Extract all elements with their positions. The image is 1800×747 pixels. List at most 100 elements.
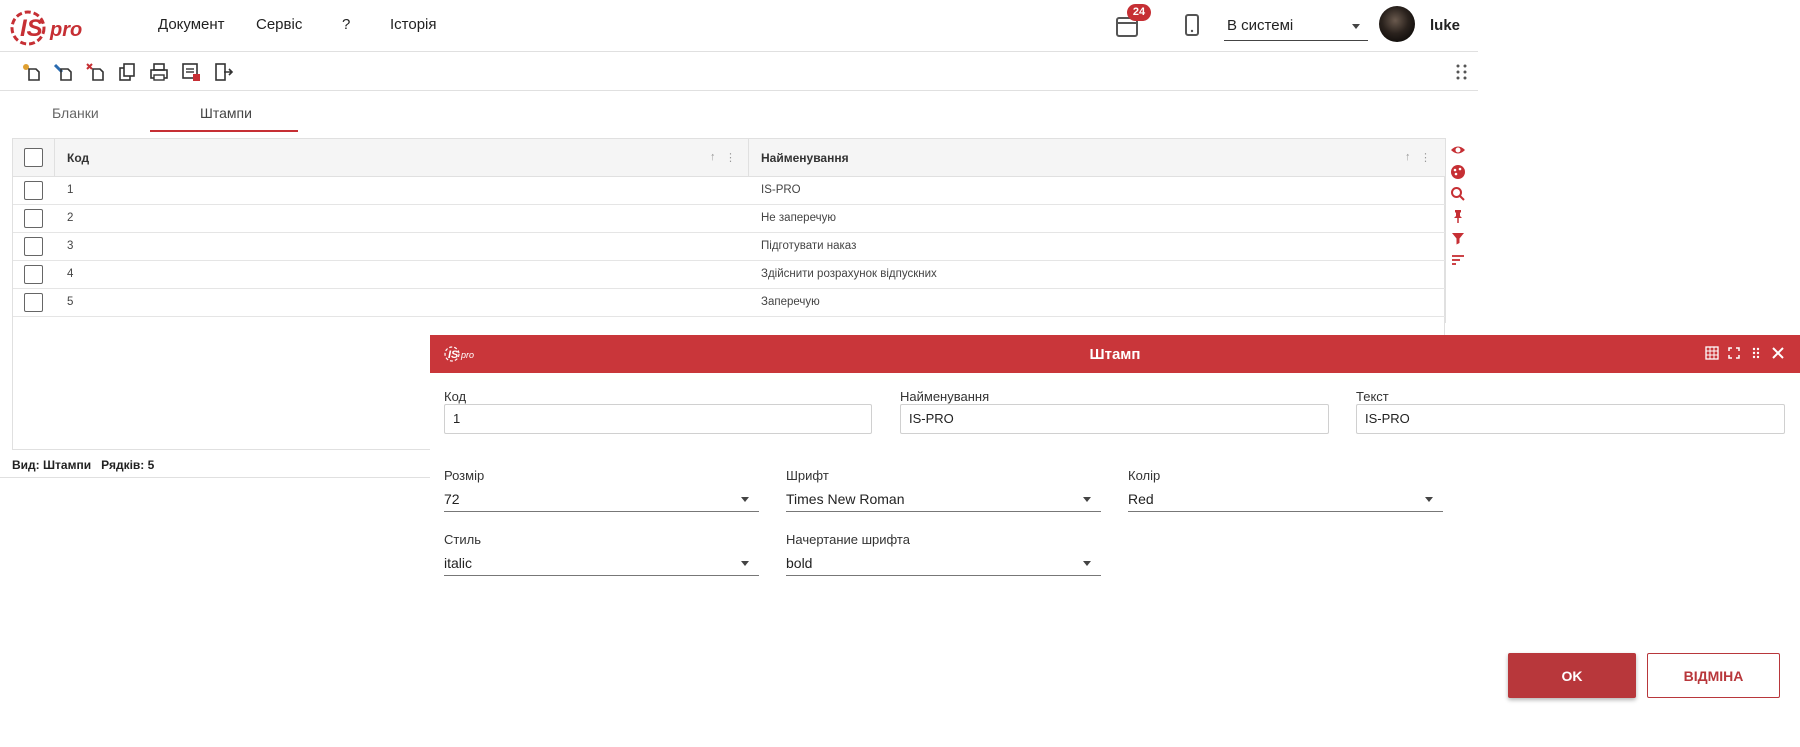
cell-code: 3: [67, 240, 74, 252]
cell-name: IS-PRO: [761, 184, 801, 196]
color-select[interactable]: Red: [1128, 486, 1443, 512]
filter-icon[interactable]: [1450, 230, 1466, 246]
sort-arrow-icon[interactable]: ↑: [1405, 151, 1411, 163]
text-input-value: IS-PRO: [1365, 411, 1410, 426]
chevron-down-icon: [1083, 561, 1091, 566]
table-row[interactable]: 3 Підготувати наказ: [13, 233, 1446, 261]
status-select-value: В системі: [1227, 17, 1294, 34]
cell-code: 1: [67, 184, 74, 196]
name-input-value: IS-PRO: [909, 411, 954, 426]
style-select-value: italic: [444, 555, 473, 571]
fullscreen-icon[interactable]: [1726, 345, 1742, 361]
more-options-icon[interactable]: [1455, 63, 1469, 81]
cell-name: Не заперечую: [761, 212, 836, 224]
table-row[interactable]: 5 Заперечую: [13, 289, 1446, 317]
chevron-down-icon: [1352, 24, 1360, 29]
menu-help[interactable]: ?: [342, 16, 350, 33]
row-checkbox[interactable]: [24, 181, 43, 200]
close-icon[interactable]: [1770, 345, 1786, 361]
column-divider: [54, 139, 55, 177]
row-checkbox[interactable]: [24, 265, 43, 284]
color-label: Колір: [1128, 468, 1161, 483]
row-checkbox[interactable]: [24, 293, 43, 312]
code-label: Код: [444, 389, 467, 404]
weight-select[interactable]: bold: [786, 550, 1101, 576]
status-text: Вид: Штампи Рядків: 5: [12, 458, 155, 472]
palette-icon[interactable]: [1450, 164, 1466, 180]
chevron-down-icon: [1083, 497, 1091, 502]
menu-history[interactable]: Історія: [390, 16, 437, 33]
top-bar: IS pro Документ Сервіс ? Історія 24 В си…: [0, 0, 1478, 52]
name-label: Найменування: [900, 389, 990, 404]
table-row[interactable]: 2 Не заперечую: [13, 205, 1446, 233]
chevron-down-icon: [1425, 497, 1433, 502]
preview-icon[interactable]: [180, 61, 202, 83]
cell-name: Заперечую: [761, 296, 820, 308]
username[interactable]: luke: [1430, 17, 1460, 34]
cell-code: 5: [67, 296, 74, 308]
column-header-name[interactable]: Найменування: [761, 151, 849, 165]
code-input-value: 1: [453, 411, 461, 426]
mobile-icon[interactable]: [1182, 12, 1202, 40]
color-select-value: Red: [1128, 491, 1154, 507]
sort-icon[interactable]: [1450, 252, 1466, 268]
size-select[interactable]: 72: [444, 486, 759, 512]
cell-code: 2: [67, 212, 74, 224]
text-input[interactable]: IS-PRO: [1356, 404, 1785, 434]
tab-blanks[interactable]: Бланки: [52, 105, 99, 121]
cancel-button[interactable]: ВІДМІНА: [1647, 653, 1780, 698]
column-menu-icon[interactable]: ⋮: [725, 151, 736, 164]
table-header: Код ↑ ⋮ Найменування ↑ ⋮: [13, 139, 1446, 177]
svg-text:IS: IS: [20, 15, 43, 42]
edit-record-icon[interactable]: [52, 61, 74, 83]
menu-document[interactable]: Документ: [158, 16, 225, 33]
delete-record-icon[interactable]: [84, 61, 106, 83]
dialog-header: IS pro Штамп: [430, 335, 1800, 373]
cell-name: Підготувати наказ: [761, 240, 857, 252]
ok-button[interactable]: OK: [1508, 653, 1636, 698]
print-icon[interactable]: [148, 61, 170, 83]
name-input[interactable]: IS-PRO: [900, 404, 1329, 434]
stamp-dialog: IS pro Штамп Код 1 Найменування IS-PRO Т…: [430, 335, 1800, 747]
column-header-code[interactable]: Код: [67, 151, 89, 165]
search-icon[interactable]: [1450, 186, 1466, 202]
pin-icon[interactable]: [1450, 208, 1466, 224]
add-record-icon[interactable]: [20, 61, 42, 83]
table-row[interactable]: 4 Здійснити розрахунок відпускних: [13, 261, 1446, 289]
code-input[interactable]: 1: [444, 404, 872, 434]
copy-record-icon[interactable]: [116, 61, 138, 83]
eye-icon[interactable]: [1450, 142, 1466, 158]
font-label: Шрифт: [786, 468, 829, 483]
active-tab-indicator: [150, 130, 298, 132]
sort-arrow-icon[interactable]: ↑: [710, 151, 716, 163]
notification-badge[interactable]: 24: [1127, 4, 1151, 21]
exit-icon[interactable]: [212, 61, 234, 83]
table-row[interactable]: 1 IS-PRO: [13, 177, 1446, 205]
font-select[interactable]: Times New Roman: [786, 486, 1101, 512]
divider: [0, 477, 430, 478]
svg-text:pro: pro: [49, 19, 82, 41]
column-menu-icon[interactable]: ⋮: [1420, 151, 1431, 164]
row-checkbox[interactable]: [24, 237, 43, 256]
style-select[interactable]: italic: [444, 550, 759, 576]
chevron-down-icon: [741, 561, 749, 566]
toolbar: [0, 53, 1478, 91]
weight-select-value: bold: [786, 555, 813, 571]
grid-view-icon[interactable]: [1704, 345, 1720, 361]
cell-code: 4: [67, 268, 74, 280]
style-label: Стиль: [444, 532, 481, 547]
chevron-down-icon: [741, 497, 749, 502]
font-select-value: Times New Roman: [786, 491, 905, 507]
size-select-value: 72: [444, 491, 460, 507]
avatar[interactable]: [1379, 6, 1415, 42]
tab-stamps[interactable]: Штампи: [200, 105, 252, 121]
menu-service[interactable]: Сервіс: [256, 16, 302, 33]
status-select[interactable]: В системі: [1224, 14, 1368, 41]
row-checkbox[interactable]: [24, 209, 43, 228]
ispro-logo[interactable]: IS pro: [10, 8, 90, 48]
dialog-title: Штамп: [1089, 346, 1141, 363]
drag-handle-icon[interactable]: [1748, 345, 1764, 361]
weight-label: Начертание шрифта: [786, 532, 910, 547]
status-bar: Вид: Штампи Рядків: 5: [12, 458, 154, 472]
select-all-checkbox[interactable]: [24, 148, 43, 167]
